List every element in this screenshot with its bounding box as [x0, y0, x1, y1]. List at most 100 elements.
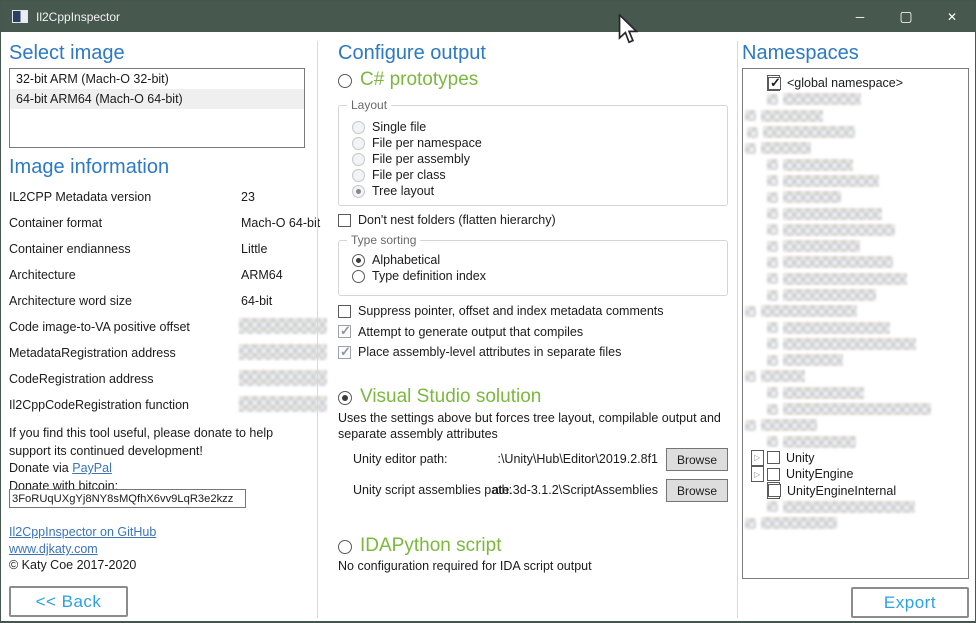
expander-icon[interactable]: ▷ [752, 453, 767, 462]
redacted-checkbox [767, 94, 778, 105]
namespace-checkbox[interactable] [767, 451, 780, 464]
namespace-row[interactable]: ▷ [767, 238, 968, 254]
namespace-row[interactable]: ▷ [745, 368, 968, 384]
layout-radio-option[interactable]: File per assembly [352, 151, 727, 167]
browse-editor-button[interactable]: Browse [666, 448, 728, 471]
namespace-checkbox[interactable] [768, 484, 781, 497]
namespace-row[interactable]: ▷ [767, 352, 968, 368]
unity-script-assemblies-path-value[interactable]: ate.3d-3.1.2\ScriptAssemblies [492, 479, 658, 502]
radio-icon[interactable] [352, 270, 365, 283]
csharp-prototypes-radio[interactable]: C# prototypes [338, 69, 478, 91]
namespace-row[interactable]: ▷ [767, 287, 968, 303]
namespace-row[interactable]: ▷ [767, 91, 968, 107]
visual-studio-solution-radio[interactable]: Visual Studio solution [338, 386, 541, 408]
namespace-row[interactable]: ▷ [767, 205, 968, 221]
namespace-row[interactable]: ▷ [745, 515, 968, 531]
namespace-row[interactable]: ▷ UnityEngineInternal [767, 482, 780, 498]
bitcoin-address-input[interactable] [9, 489, 246, 508]
redacted-value [239, 396, 327, 412]
redacted-value [239, 318, 327, 334]
flatten-hierarchy-checkbox[interactable]: Don't nest folders (flatten hierarchy) [338, 213, 556, 227]
namespace-row[interactable]: ▷ [747, 124, 968, 140]
checkbox-icon[interactable] [338, 346, 351, 359]
radio-icon[interactable] [338, 391, 352, 405]
namespace-row[interactable]: ▷ [767, 434, 968, 450]
radio-icon[interactable] [352, 185, 365, 198]
layout-radio-option[interactable]: File per class [352, 167, 727, 183]
namespace-tree[interactable]: ▷ <global namespace> ▷ ▷ ▷ [742, 68, 969, 579]
namespace-row[interactable]: ▷ [767, 222, 968, 238]
layout-radio-option[interactable]: Single file [352, 119, 727, 135]
output-option-checkbox[interactable]: Attempt to generate output that compiles [338, 322, 664, 343]
redacted-text [783, 191, 841, 203]
checkbox-icon[interactable] [338, 305, 351, 318]
namespace-row[interactable]: ▷ [767, 271, 968, 287]
radio-icon[interactable] [352, 169, 365, 182]
redacted-checkbox [745, 143, 756, 154]
divider-left [317, 41, 318, 618]
layout-radio-option[interactable]: File per namespace [352, 135, 727, 151]
redacted-text [783, 159, 853, 171]
redacted-text [761, 370, 805, 382]
namespace-row[interactable]: ▷ [745, 303, 968, 319]
github-link[interactable]: Il2CppInspector on GitHub [9, 525, 156, 539]
checkbox-icon[interactable] [338, 214, 351, 227]
minimize-button[interactable]: ─ [837, 1, 883, 32]
namespace-row[interactable]: ▷ [767, 499, 968, 515]
back-button[interactable]: << Back [9, 586, 128, 617]
radio-icon[interactable] [352, 121, 365, 134]
info-value: ARM64 [241, 268, 283, 282]
namespace-row[interactable]: ▷ [767, 319, 968, 335]
namespace-checkbox[interactable] [768, 77, 781, 90]
redacted-text [783, 354, 843, 366]
browse-assemblies-button[interactable]: Browse [666, 479, 728, 502]
redacted-checkbox [767, 192, 778, 203]
type-sorting-group-label: Type sorting [347, 233, 420, 247]
namespace-row[interactable]: ▷ [767, 189, 968, 205]
info-row: Il2CppCodeRegistration function [9, 394, 309, 420]
paypal-link[interactable]: PayPal [72, 461, 112, 475]
type-sorting-radio-option[interactable]: Alphabetical [352, 252, 727, 268]
radio-icon[interactable] [352, 254, 365, 267]
namespace-row[interactable]: ▷ [767, 156, 968, 172]
checkbox-icon[interactable] [338, 325, 351, 338]
website-link[interactable]: www.djkaty.com [9, 542, 98, 556]
redacted-checkbox [767, 404, 778, 415]
namespace-row[interactable]: ▷ [767, 336, 968, 352]
image-list-item[interactable]: 64-bit ARM64 (Mach-O 64-bit) [10, 89, 304, 109]
expander-icon[interactable]: ▷ [752, 470, 767, 479]
namespace-row[interactable]: ▷ <global namespace> [767, 75, 780, 91]
image-list-item[interactable]: 32-bit ARM (Mach-O 32-bit) [10, 69, 304, 89]
namespace-row[interactable]: ▷ [767, 173, 968, 189]
output-option-checkbox[interactable]: Suppress pointer, offset and index metad… [338, 301, 664, 322]
redacted-checkbox [745, 110, 756, 121]
namespace-row[interactable]: ▷ [745, 140, 968, 156]
idapython-script-radio[interactable]: IDAPython script [338, 535, 502, 557]
namespace-row[interactable]: ▷ [767, 254, 968, 270]
image-listbox[interactable]: 32-bit ARM (Mach-O 32-bit)64-bit ARM64 (… [9, 68, 305, 148]
export-button[interactable]: Export [851, 587, 969, 618]
maximize-button[interactable]: ▢ [883, 1, 929, 32]
namespace-checkbox[interactable] [767, 468, 780, 481]
output-option-checkbox[interactable]: Place assembly-level attributes in separ… [338, 342, 664, 363]
namespace-row[interactable]: ▷ [745, 417, 968, 433]
radio-icon[interactable] [338, 540, 352, 554]
info-value: Mach-O 64-bit [241, 216, 320, 230]
title-bar[interactable]: Il2CppInspector ─ ▢ ✕ [1, 1, 975, 32]
type-sorting-radio-option[interactable]: Type definition index [352, 268, 727, 284]
image-information-heading: Image information [9, 156, 169, 179]
unity-editor-path-value[interactable]: :\Unity\Hub\Editor\2019.2.8f1 [497, 448, 658, 471]
namespace-row[interactable]: ▷ [745, 108, 968, 124]
namespace-row[interactable]: ▷ [767, 385, 968, 401]
info-label: Code image-to-VA positive offset [9, 320, 190, 334]
radio-icon[interactable] [352, 153, 365, 166]
namespaces-heading: Namespaces [742, 42, 859, 65]
namespace-row[interactable]: ▷ [767, 401, 968, 417]
radio-icon[interactable] [338, 74, 352, 88]
redacted-text [783, 322, 890, 334]
close-button[interactable]: ✕ [929, 1, 975, 32]
radio-icon[interactable] [352, 137, 365, 150]
namespace-row[interactable]: ▷ Unity [751, 450, 764, 466]
layout-radio-option[interactable]: Tree layout [352, 183, 727, 199]
namespace-row[interactable]: ▷ UnityEngine [751, 466, 764, 482]
